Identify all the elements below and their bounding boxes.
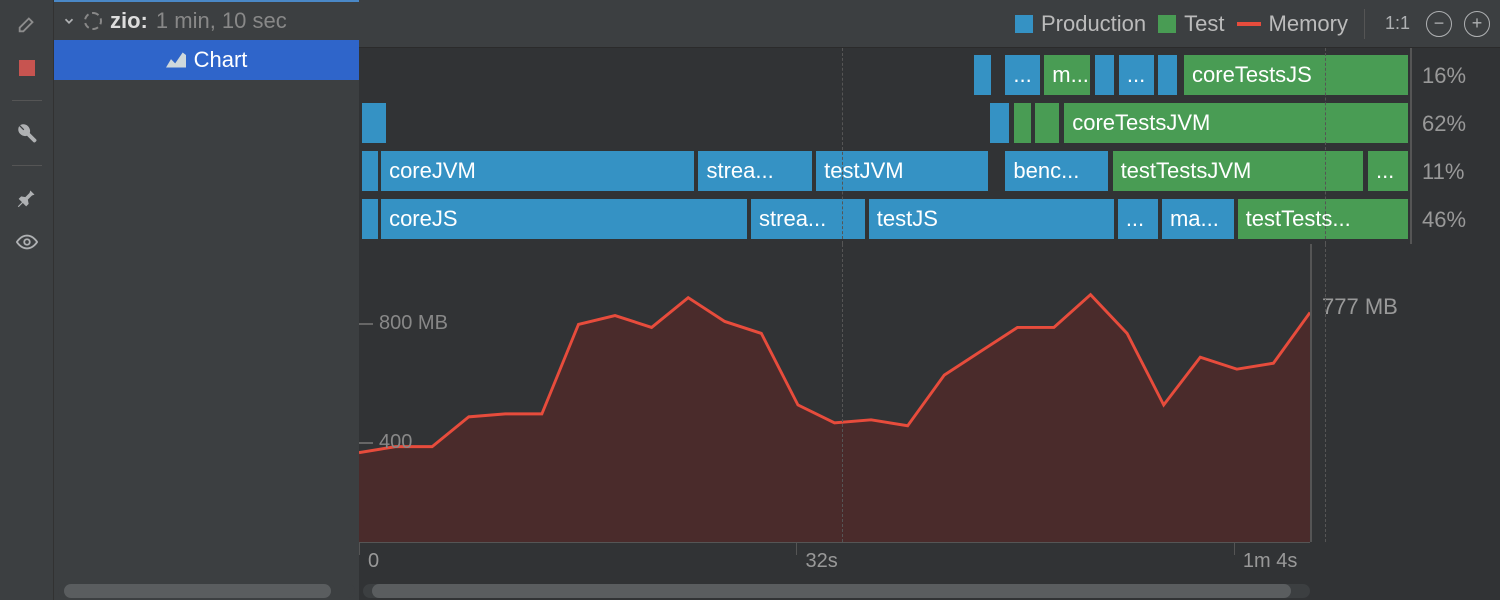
timeline-segment[interactable] <box>974 55 993 97</box>
percent-cell: 46% <box>1412 196 1500 244</box>
timeline-segment[interactable] <box>362 151 380 193</box>
grid-line <box>842 244 843 542</box>
timeline-segment[interactable]: coreJS <box>381 199 749 241</box>
zoom-out-button[interactable]: − <box>1426 11 1452 37</box>
memory-current-value: 777 MB <box>1310 244 1500 542</box>
timeline-segment[interactable]: ... <box>1118 199 1160 241</box>
timeline-segment[interactable]: coreTestsJS <box>1184 55 1410 97</box>
legend-production: Production <box>1015 11 1146 37</box>
y-axis-ticks: 800 MB 400 <box>359 244 459 542</box>
stop-icon[interactable] <box>15 56 39 80</box>
sidebar-scrollbar[interactable] <box>58 584 355 598</box>
divider <box>12 165 42 166</box>
task-row[interactable]: zio: 1 min, 10 sec <box>54 0 359 40</box>
chart-icon <box>166 52 186 68</box>
legend-line-memory <box>1237 22 1261 26</box>
task-time: 1 min, 10 sec <box>156 8 287 34</box>
track-row: coreJVMstrea...testJVMbenc...testTestsJV… <box>359 148 1410 196</box>
y-tick: 800 MB <box>359 312 459 335</box>
wrench-icon[interactable] <box>15 121 39 145</box>
task-name: zio: <box>110 8 148 34</box>
timeline-segment[interactable] <box>362 199 380 241</box>
track-row: coreTestsJVM <box>359 100 1410 148</box>
chevron-down-icon <box>62 14 76 28</box>
legend-bar: Production Test Memory 1:1 − + <box>359 0 1500 48</box>
percent-column: 16%62%11%46% <box>1410 48 1500 244</box>
divider <box>1364 9 1365 39</box>
timeline-segment[interactable]: m... <box>1044 55 1091 97</box>
timeline-segment[interactable] <box>1035 103 1061 145</box>
track-row: coreJSstrea...testJS...ma...testTests... <box>359 196 1410 244</box>
percent-cell: 11% <box>1412 148 1500 196</box>
timeline-segment[interactable]: testTestsJVM <box>1113 151 1365 193</box>
timeline-segment[interactable]: testJS <box>869 199 1116 241</box>
percent-cell: 16% <box>1412 52 1500 100</box>
build-icon[interactable] <box>15 12 39 36</box>
legend-swatch-test <box>1158 15 1176 33</box>
timeline-segment[interactable] <box>1095 55 1116 97</box>
zoom-in-button[interactable]: + <box>1464 11 1490 37</box>
timeline-segment[interactable]: ... <box>1005 55 1042 97</box>
grid-line <box>842 48 843 244</box>
timeline-segment[interactable]: strea... <box>698 151 814 193</box>
zoom-ratio-button[interactable]: 1:1 <box>1381 13 1414 34</box>
timeline-segment[interactable]: ... <box>1119 55 1156 97</box>
chart-tab[interactable]: Chart <box>54 40 359 80</box>
legend-memory: Memory <box>1237 11 1348 37</box>
timeline-tracks: ...m......coreTestsJScoreTestsJVMcoreJVM… <box>359 48 1500 244</box>
spinner-icon <box>84 12 102 30</box>
main-scrollbar[interactable] <box>363 584 1310 598</box>
eye-icon[interactable] <box>15 230 39 254</box>
timeline-segment[interactable] <box>990 103 1011 145</box>
legend-swatch-production <box>1015 15 1033 33</box>
memory-svg <box>359 244 1310 542</box>
divider <box>12 100 42 101</box>
y-tick: 400 <box>359 431 459 454</box>
legend-test: Test <box>1158 11 1224 37</box>
grid-line <box>1325 48 1326 244</box>
x-axis: 0 32s 1m 4s <box>359 542 1310 582</box>
track-row: ...m......coreTestsJS <box>359 52 1410 100</box>
x-tick: 1m 4s <box>1234 543 1297 555</box>
timeline-segment[interactable] <box>362 103 388 145</box>
timeline-segment[interactable] <box>1158 55 1179 97</box>
timeline-segment[interactable] <box>1014 103 1033 145</box>
timeline-segment[interactable]: ma... <box>1162 199 1236 241</box>
percent-cell: 62% <box>1412 100 1500 148</box>
memory-chart: 800 MB 400 777 MB <box>359 244 1500 542</box>
timeline-segment[interactable]: coreJVM <box>381 151 696 193</box>
x-tick: 0 <box>359 543 379 555</box>
timeline-segment[interactable]: ... <box>1368 151 1410 193</box>
timeline-segment[interactable]: coreTestsJVM <box>1064 103 1410 145</box>
x-tick: 32s <box>796 543 837 555</box>
grid-line <box>1325 244 1326 542</box>
chart-tab-label: Chart <box>194 47 248 73</box>
pin-icon[interactable] <box>15 186 39 210</box>
timeline-segment[interactable]: benc... <box>1005 151 1110 193</box>
timeline-segment[interactable]: strea... <box>751 199 867 241</box>
